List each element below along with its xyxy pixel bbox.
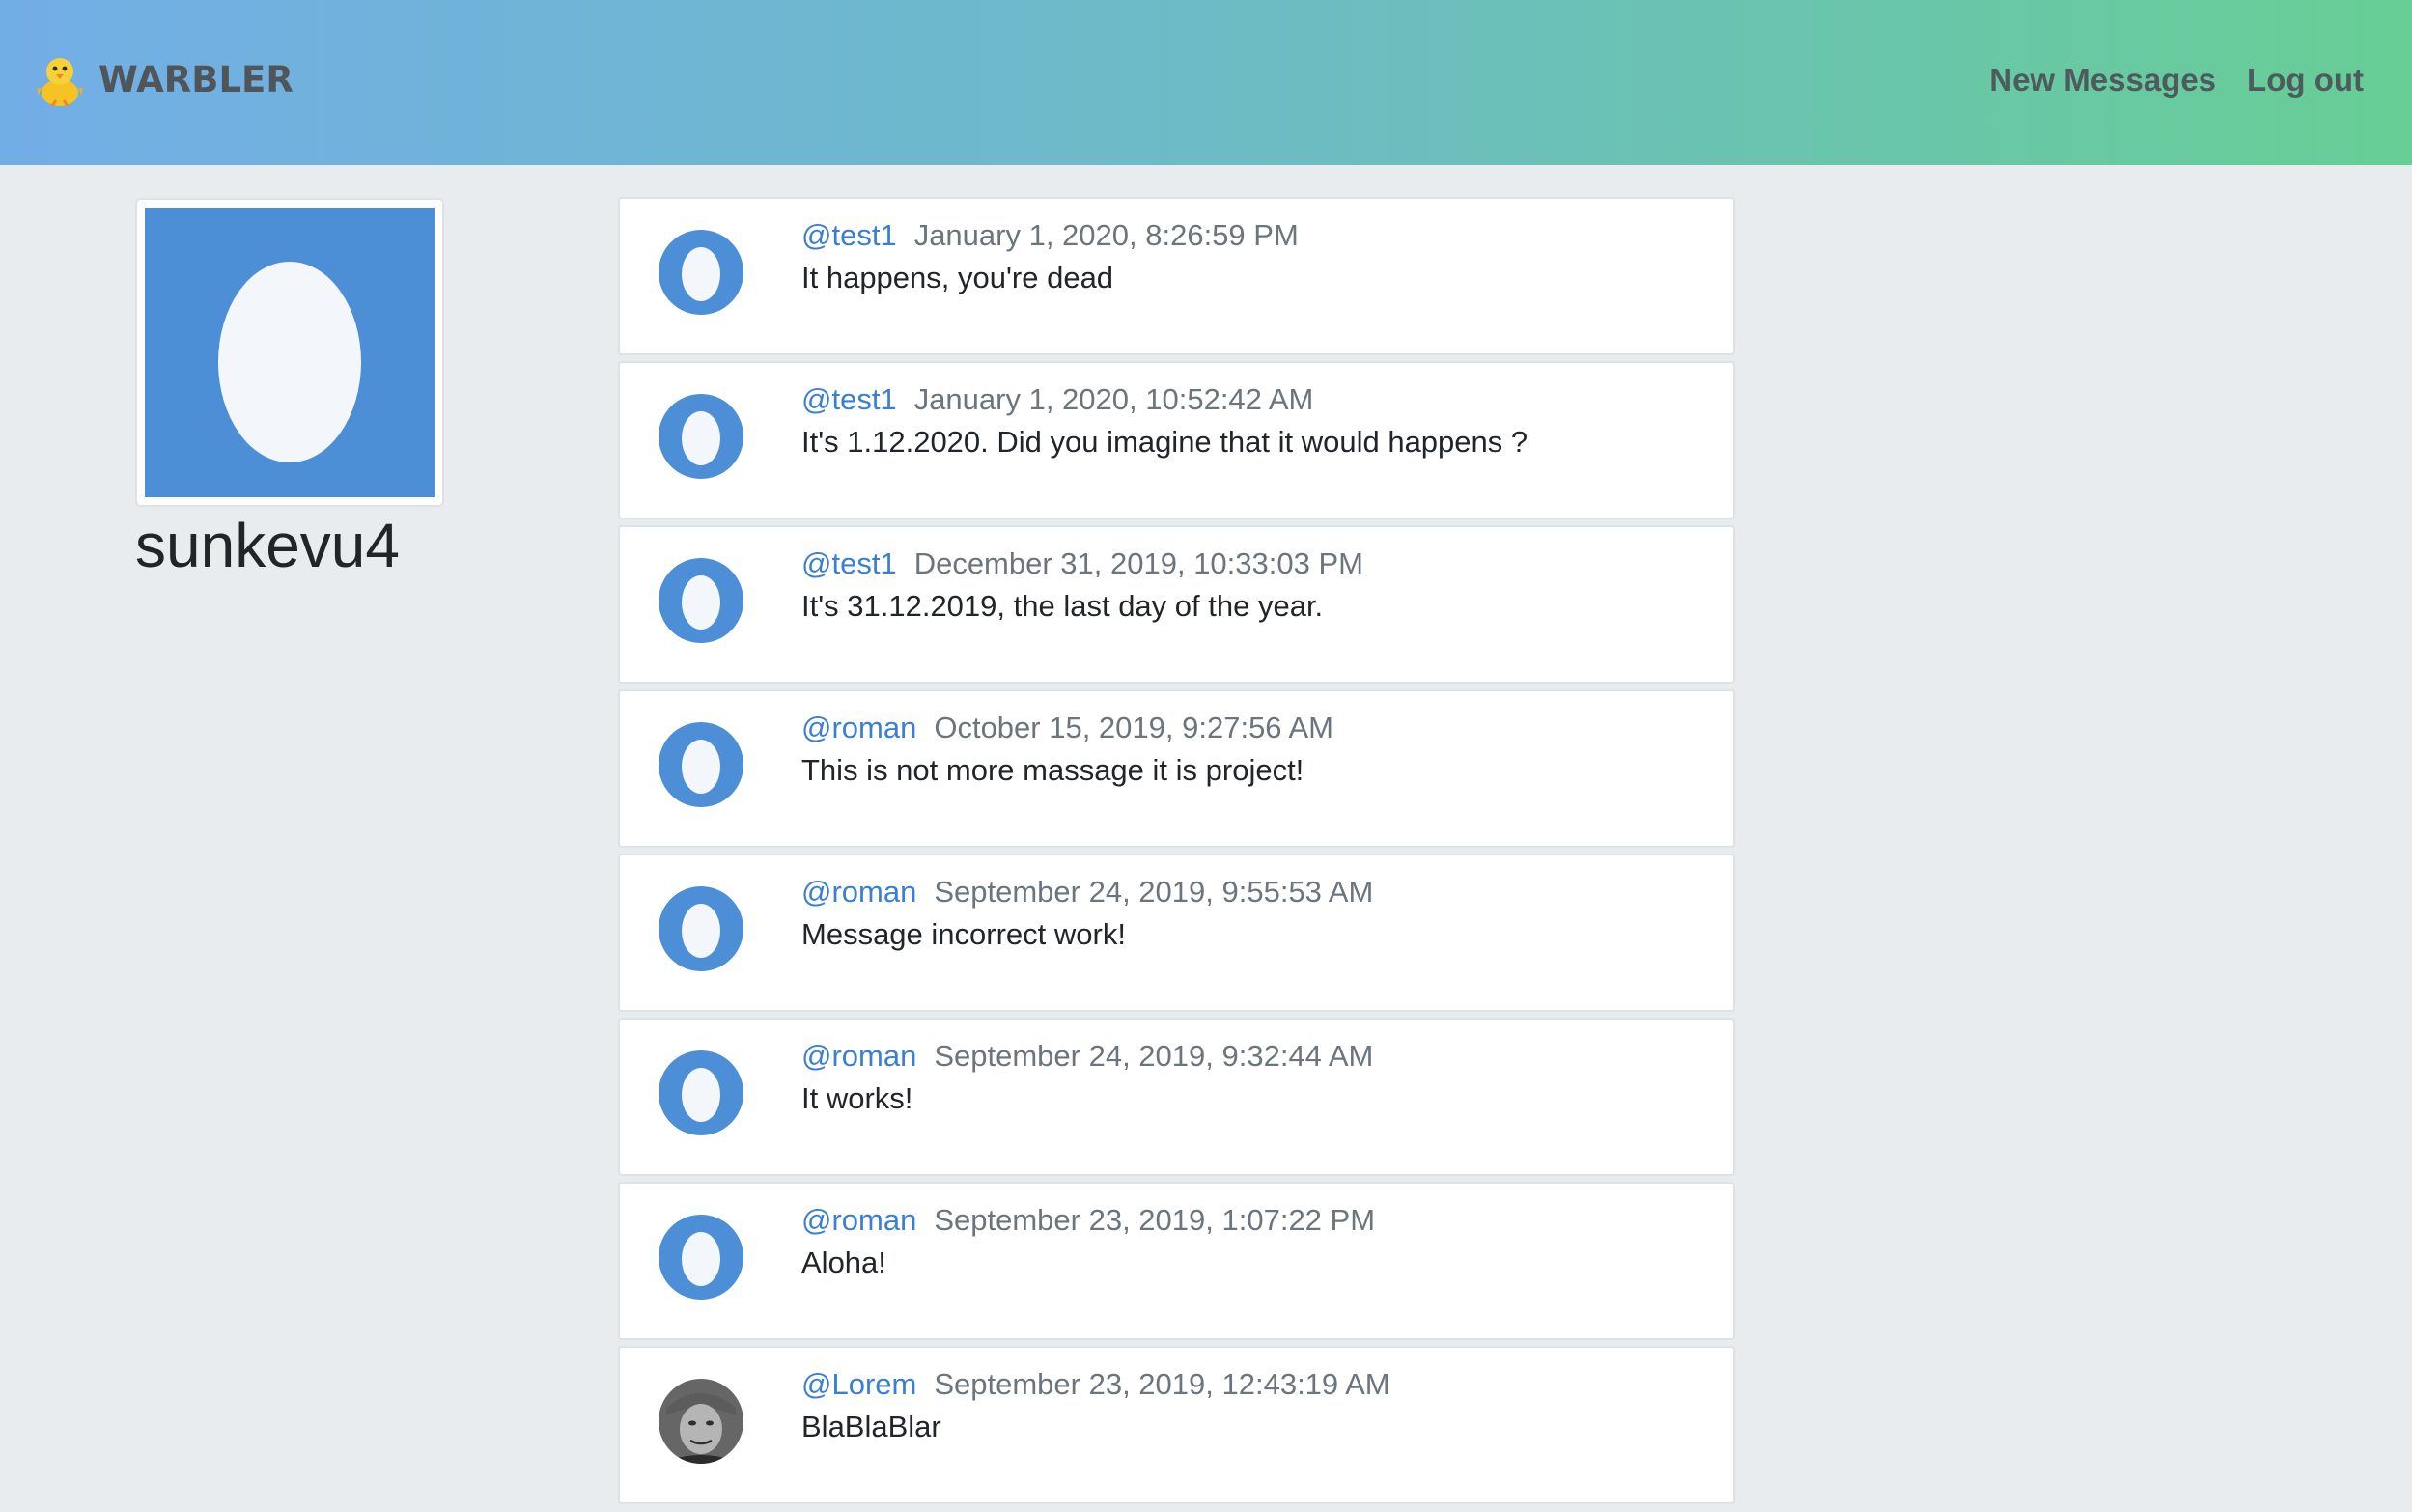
message-header: @roman September 23, 2019, 1:07:22 PM [801,1203,1714,1238]
message-body: @test1 January 1, 2020, 8:26:59 PM It ha… [801,218,1714,295]
message-item[interactable]: @Lorem September 23, 2019, 12:43:19 AM B… [618,1346,1735,1504]
logout-link[interactable]: Log out [2247,62,2364,98]
message-text: Message incorrect work! [801,917,1126,951]
message-item[interactable]: @test1 January 1, 2020, 10:52:42 AM It's… [618,361,1735,519]
message-text: BlaBlaBlar [801,1410,941,1443]
message-item[interactable]: @test1 December 31, 2019, 10:33:03 PM It… [618,525,1735,684]
message-timestamp: September 24, 2019, 9:32:44 AM [934,1039,1374,1073]
message-header: @roman September 24, 2019, 9:32:44 AM [801,1039,1714,1074]
message-body: @roman September 24, 2019, 9:32:44 AM It… [801,1039,1714,1116]
egg-avatar-icon[interactable] [659,722,743,807]
egg-avatar-icon[interactable] [659,1050,743,1135]
profile-avatar[interactable] [135,198,444,507]
message-header: @Lorem September 23, 2019, 12:43:19 AM [801,1367,1714,1402]
user-photo-avatar[interactable] [659,1379,743,1464]
message-text: It's 1.12.2020. Did you imagine that it … [801,425,1529,459]
message-author-link[interactable]: @Lorem [801,1367,916,1402]
new-messages-link[interactable]: New Messages [1989,62,2216,98]
message-body: @test1 January 1, 2020, 10:52:42 AM It's… [801,382,1714,460]
message-text: Aloha! [801,1246,886,1279]
message-body: @Lorem September 23, 2019, 12:43:19 AM B… [801,1367,1714,1444]
message-timestamp: January 1, 2020, 10:52:42 AM [913,382,1314,416]
message-author-link[interactable]: @roman [801,1203,916,1238]
message-text: It happens, you're dead [801,261,1114,294]
egg-avatar-icon[interactable] [659,1215,743,1300]
message-timestamp: January 1, 2020, 8:26:59 PM [913,218,1299,252]
message-body: @test1 December 31, 2019, 10:33:03 PM It… [801,546,1714,624]
message-author-link[interactable]: @test1 [801,546,897,581]
message-text: It's 31.12.2019, the last day of the yea… [801,589,1324,623]
message-header: @test1 December 31, 2019, 10:33:03 PM [801,546,1714,581]
message-timestamp: September 23, 2019, 1:07:22 PM [934,1203,1376,1237]
egg-avatar-icon [145,208,435,497]
message-header: @roman October 15, 2019, 9:27:56 AM [801,711,1714,745]
message-header: @roman September 24, 2019, 9:55:53 AM [801,875,1714,910]
nav-links: New Messages Log out [1958,62,2364,98]
message-body: @roman September 24, 2019, 9:55:53 AM Me… [801,875,1714,952]
message-item[interactable]: @test1 January 1, 2020, 8:26:59 PM It ha… [618,197,1735,355]
navbar: WARBLER New Messages Log out [0,0,2412,165]
message-body: @roman September 23, 2019, 1:07:22 PM Al… [801,1203,1714,1280]
message-timestamp: September 24, 2019, 9:55:53 AM [934,875,1374,909]
message-author-link[interactable]: @roman [801,1039,916,1074]
message-header: @test1 January 1, 2020, 8:26:59 PM [801,218,1714,253]
message-timestamp: September 23, 2019, 12:43:19 AM [934,1367,1390,1401]
egg-avatar-icon[interactable] [659,886,743,971]
message-author-link[interactable]: @test1 [801,218,897,253]
message-item[interactable]: @roman September 24, 2019, 9:32:44 AM It… [618,1018,1735,1176]
egg-avatar-icon[interactable] [659,230,743,315]
egg-avatar-icon[interactable] [659,394,743,479]
chick-logo-icon [37,58,83,107]
message-header: @test1 January 1, 2020, 10:52:42 AM [801,382,1714,417]
brand-name: WARBLER [98,58,294,100]
message-timestamp: October 15, 2019, 9:27:56 AM [934,711,1333,744]
message-author-link[interactable]: @test1 [801,382,897,417]
message-list: @test1 January 1, 2020, 8:26:59 PM It ha… [618,197,1735,1510]
brand-link[interactable]: WARBLER [33,50,294,108]
message-text: This is not more massage it is project! [801,753,1304,787]
message-item[interactable]: @roman September 24, 2019, 9:55:53 AM Me… [618,854,1735,1012]
profile-username: sunkevu4 [135,511,400,580]
message-item[interactable]: @roman October 15, 2019, 9:27:56 AM This… [618,689,1735,848]
message-timestamp: December 31, 2019, 10:33:03 PM [913,546,1363,580]
message-body: @roman October 15, 2019, 9:27:56 AM This… [801,711,1714,788]
message-author-link[interactable]: @roman [801,711,916,745]
message-item[interactable]: @roman September 23, 2019, 1:07:22 PM Al… [618,1182,1735,1340]
egg-avatar-icon[interactable] [659,558,743,643]
message-author-link[interactable]: @roman [801,875,916,910]
message-text: It works! [801,1081,913,1115]
